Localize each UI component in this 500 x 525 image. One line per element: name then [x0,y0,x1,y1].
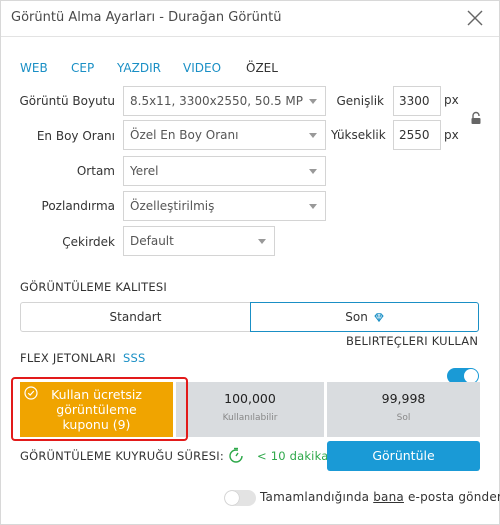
email-notify-prefix: Tamamlandığında [260,490,370,504]
tokens-remaining-label: Sol [396,413,411,423]
image-size-value: 8.5x11, 3300x2550, 50.5 MP [130,94,304,108]
width-input[interactable] [393,86,441,116]
tokens-remaining-box: 99,998 Sol [327,382,480,437]
email-notify-link[interactable]: bana [373,490,404,504]
chevron-down-icon [309,204,317,209]
tokens-available-value: 100,000 [224,391,276,406]
lock-icon[interactable] [470,111,482,125]
render-settings-dialog: Görüntü Alma Ayarları - Durağan Görüntü … [0,0,500,525]
environment-label: Ortam [76,164,115,178]
seed-value: Default [130,234,174,248]
chevron-down-icon [309,99,317,104]
tokens-available-box: 100,000 Kullanılabilir [176,382,324,437]
environment-value: Yerel [130,164,159,178]
posing-value: Özelleştirilmiş [130,199,215,213]
aspect-ratio-value: Özel En Boy Oranı [130,128,239,142]
seed-select[interactable]: Default [123,226,275,256]
chevron-down-icon [258,239,266,244]
image-size-select[interactable]: 8.5x11, 3300x2550, 50.5 MP [123,86,326,116]
timer-icon [229,447,243,463]
posing-select[interactable]: Özelleştirilmiş [123,191,326,221]
aspect-ratio-label: En Boy Oranı [36,129,115,143]
tab-print[interactable]: YAZDIR [117,61,161,75]
email-notify-toggle[interactable] [224,490,256,506]
quality-standard-label: Standart [109,310,162,324]
queue-time-value: < 10 dakika [257,449,329,463]
toggle-knob [464,369,478,383]
width-label: Genişlik [336,94,385,108]
queue-time-label: GÖRÜNTÜLEME KUYRUĞU SÜRESI: [20,449,224,463]
close-button[interactable] [465,8,485,28]
chevron-down-icon [309,133,317,138]
tab-custom[interactable]: ÖZEL [246,61,278,75]
tokens-remaining-value: 99,998 [381,391,426,406]
tokens-available-label: Kullanılabilir [222,413,278,423]
tab-video[interactable]: VIDEO [183,61,221,75]
image-size-label: Görüntü Boyutu [19,94,115,108]
free-render-coupon-button[interactable]: Kullan ücretsiz görüntüleme kuponu (9) [20,382,173,437]
posing-label: Pozlandırma [41,199,115,213]
render-button[interactable]: Görüntüle [327,441,480,471]
quality-title: GÖRÜNTÜLEME KALITESI [20,280,167,294]
quality-final-label: Son [345,310,368,324]
toggle-knob [225,491,239,505]
free-render-coupon-label: Kullan ücretsiz görüntüleme kuponu (9) [51,387,142,432]
email-notify-text: Tamamlandığında bana e-posta gönder [260,490,500,504]
flex-tokens-title: FLEX JETONLARI [20,351,116,365]
use-markers-label: BELIRTEÇLERI KULLAN [346,334,479,348]
dialog-title: Görüntü Alma Ayarları - Durağan Görüntü [11,10,282,25]
tab-mobile[interactable]: CEP [71,61,94,75]
faq-link[interactable]: SSS [123,351,146,365]
height-input[interactable] [393,120,441,150]
check-circle-icon [24,386,38,400]
tab-web[interactable]: WEB [20,61,48,75]
environment-select[interactable]: Yerel [123,156,326,186]
quality-standard-button[interactable]: Standart [20,302,251,332]
aspect-ratio-select[interactable]: Özel En Boy Oranı [123,120,326,150]
chevron-down-icon [309,169,317,174]
title-bar: Görüntü Alma Ayarları - Durağan Görüntü [1,1,499,37]
close-icon [467,10,483,26]
width-unit: px [444,93,459,107]
height-unit: px [444,128,459,142]
quality-final-button[interactable]: Son [250,302,479,332]
seed-label: Çekirdek [62,235,115,249]
quality-toggle-group: Standart Son [20,302,479,332]
diamond-icon [374,313,384,323]
height-label: Yükseklik [331,128,386,142]
email-notify-suffix: e-posta gönder [407,490,500,504]
